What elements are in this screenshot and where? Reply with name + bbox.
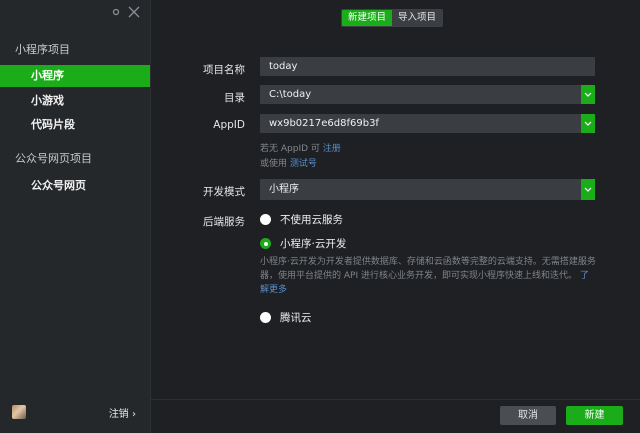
radio-button[interactable] [260, 312, 271, 323]
dev-mode-select[interactable]: 小程序 [260, 179, 595, 200]
appid-hint-text: 若无 AppID 可 [260, 144, 323, 154]
appid-label: AppID [213, 119, 245, 131]
sidebar-item-official-webpage[interactable]: 公众号网页 [0, 175, 150, 197]
tab-import-project[interactable]: 导入项目 [392, 10, 443, 26]
section-official-account-projects: 公众号网页项目 [15, 152, 92, 165]
appid-hint-register: 若无 AppID 可 注册 [260, 141, 341, 154]
radio-label: 不使用云服务 [280, 214, 343, 226]
test-account-link[interactable]: 测试号 [290, 159, 317, 169]
radio-label: 腾讯云 [280, 312, 312, 324]
close-icon[interactable] [128, 6, 140, 18]
radio-tencent-cloud[interactable]: 腾讯云 [260, 310, 312, 325]
bottom-action-bar: 取消 新建 [151, 399, 640, 433]
cloud-dev-description: 小程序·云开发为开发者提供数据库、存储和云函数等完整的云端支持。无需搭建服务器，… [260, 255, 596, 297]
avatar[interactable] [12, 405, 26, 419]
register-link[interactable]: 注册 [323, 144, 341, 154]
tab-new-project[interactable]: 新建项目 [342, 10, 393, 26]
radio-button-selected[interactable] [260, 238, 271, 249]
sidebar-item-minigame[interactable]: 小游戏 [0, 90, 150, 112]
project-name-value: today [269, 61, 298, 72]
dev-mode-label: 开发模式 [203, 186, 245, 198]
directory-value: C:\today [269, 89, 312, 100]
dev-mode-value: 小程序 [269, 184, 299, 195]
sidebar-item-miniprogram[interactable]: 小程序 [0, 65, 150, 87]
cancel-button[interactable]: 取消 [500, 406, 556, 425]
appid-input[interactable]: wx9b0217e6d8f69b3f [260, 114, 595, 133]
project-tabs: 新建项目 导入项目 [341, 9, 444, 27]
chevron-down-icon[interactable] [581, 114, 595, 133]
main-panel: 新建项目 导入项目 项目名称 today 目录 C:\today AppID w… [151, 0, 640, 433]
backend-label: 后端服务 [203, 216, 245, 228]
directory-input[interactable]: C:\today [260, 85, 595, 104]
section-miniprogram-projects: 小程序项目 [15, 43, 70, 56]
sidebar-item-code-snippet[interactable]: 代码片段 [0, 114, 150, 136]
logout-button[interactable]: 注销 › [109, 405, 136, 420]
settings-icon[interactable] [112, 8, 120, 16]
radio-label: 小程序·云开发 [280, 238, 347, 250]
directory-label: 目录 [224, 92, 245, 104]
chevron-down-icon[interactable] [581, 85, 595, 104]
sidebar-toolbar [112, 6, 140, 18]
cloud-dev-description-text: 小程序·云开发为开发者提供数据库、存储和云函数等完整的云端支持。无需搭建服务器，… [260, 257, 596, 281]
radio-button[interactable] [260, 214, 271, 225]
create-button[interactable]: 新建 [566, 406, 623, 425]
radio-cloud-dev[interactable]: 小程序·云开发 [260, 236, 346, 251]
appid-hint-text-2: 或使用 [260, 159, 290, 169]
radio-no-cloud[interactable]: 不使用云服务 [260, 212, 343, 227]
sidebar: 小程序项目 小程序 小游戏 代码片段 公众号网页项目 公众号网页 注销 › [0, 0, 151, 433]
appid-value: wx9b0217e6d8f69b3f [269, 118, 379, 129]
project-name-input[interactable]: today [260, 57, 595, 76]
appid-hint-test: 或使用 测试号 [260, 156, 317, 169]
chevron-down-icon[interactable] [581, 179, 595, 200]
sidebar-footer: 注销 › [0, 403, 150, 425]
project-name-label: 项目名称 [203, 64, 245, 76]
